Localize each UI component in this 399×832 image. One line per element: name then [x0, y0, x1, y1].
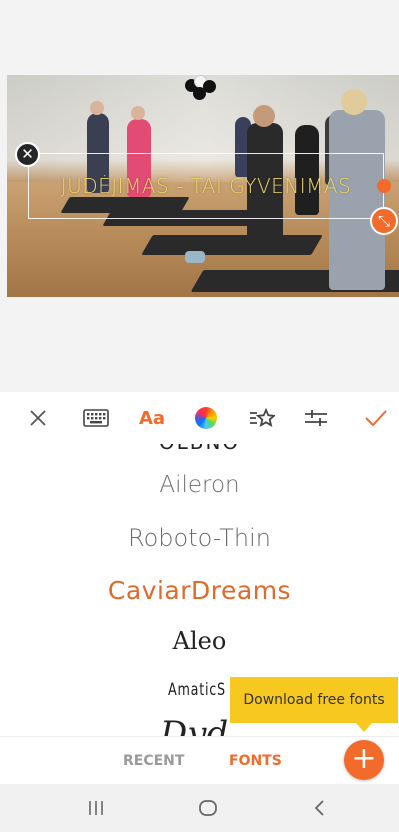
- check-icon[interactable]: [356, 392, 396, 444]
- close-icon[interactable]: ✕: [15, 142, 40, 167]
- adjust-sliders-icon[interactable]: [296, 392, 336, 444]
- tooltip-arrow: [356, 723, 372, 732]
- home-icon[interactable]: [188, 784, 228, 832]
- balloons-decoration: [183, 75, 217, 103]
- font-item-aileron[interactable]: Aileron: [0, 472, 399, 498]
- font-item-roboto-thin[interactable]: Roboto-Thin: [0, 524, 399, 552]
- resize-diagonal-icon[interactable]: ⤡: [370, 207, 398, 235]
- font-item-aleo[interactable]: Aleo: [0, 627, 399, 655]
- tab-fonts[interactable]: FONTS: [229, 737, 282, 785]
- font-item-partial-bottom[interactable]: Dyd: [160, 714, 228, 736]
- canvas-area: JUDĖJIMAS - TAI GYVENIMAS ✕ ⤡: [0, 0, 399, 392]
- tab-recent[interactable]: RECENT: [123, 737, 184, 785]
- text-effects-icon[interactable]: [242, 392, 282, 444]
- color-wheel-icon[interactable]: [186, 392, 226, 444]
- tooltip-text: Download free fonts: [243, 692, 385, 708]
- system-nav-bar: [0, 784, 399, 832]
- text-edit-toolbar: Aa: [0, 392, 399, 444]
- font-tabs: RECENT FONTS: [0, 736, 399, 784]
- font-label: Aa: [138, 407, 166, 429]
- back-icon[interactable]: [300, 784, 340, 832]
- close-icon[interactable]: [18, 392, 58, 444]
- recents-icon[interactable]: [76, 784, 116, 832]
- add-font-button[interactable]: +: [344, 740, 384, 780]
- download-fonts-tooltip[interactable]: Download free fonts: [230, 677, 398, 723]
- overlay-text[interactable]: JUDĖJIMAS - TAI GYVENIMAS: [29, 154, 383, 218]
- keyboard-icon[interactable]: [76, 392, 116, 444]
- font-item-amatic[interactable]: AmaticS: [168, 680, 226, 700]
- font-item-partial[interactable]: OLBNO: [0, 444, 399, 454]
- font-icon[interactable]: Aa: [132, 392, 172, 444]
- font-item-caviardreams-selected[interactable]: CaviarDreams: [0, 576, 399, 605]
- edge-handle[interactable]: [377, 179, 391, 193]
- text-overlay-box[interactable]: JUDĖJIMAS - TAI GYVENIMAS: [28, 153, 384, 219]
